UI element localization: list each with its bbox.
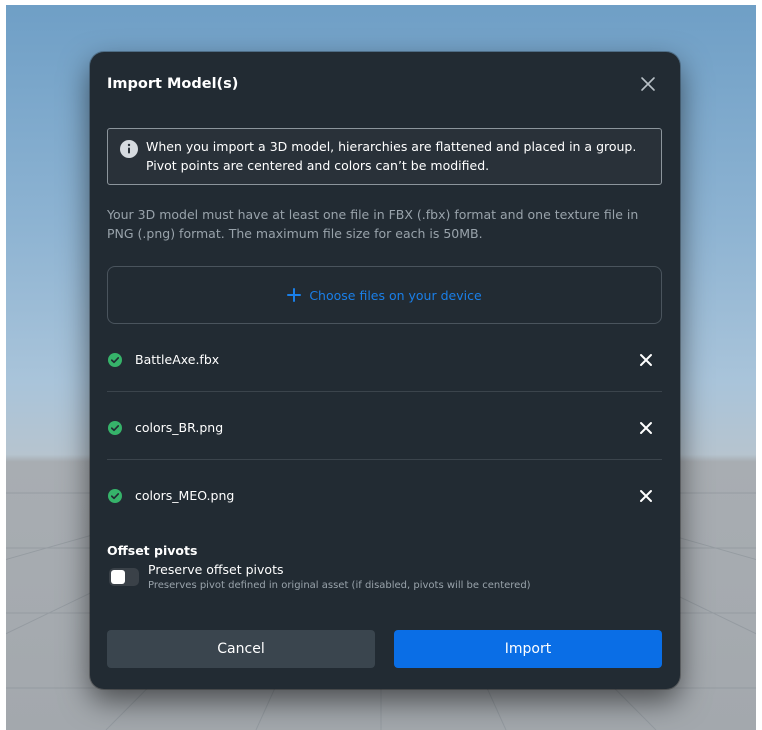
file-requirements-text: Your 3D model must have at least one fil… (107, 207, 639, 241)
file-name: BattleAxe.fbx (135, 352, 220, 367)
file-row: colors_MEO.png (107, 460, 662, 528)
toggle-label: Preserve offset pivots (148, 562, 284, 577)
info-icon (120, 140, 138, 158)
check-circle-icon (108, 489, 122, 503)
file-name: colors_BR.png (135, 420, 224, 435)
toggle-description: Preserves pivot defined in original asse… (148, 580, 531, 591)
info-text: When you import a 3D model, hierarchies … (146, 139, 637, 173)
choose-files-label: Choose files on your device (309, 287, 482, 303)
plus-icon (287, 288, 302, 302)
file-row: colors_BR.png (107, 392, 662, 460)
offset-pivots-heading: Offset pivots (107, 543, 198, 558)
file-row: BattleAxe.fbx (107, 324, 662, 392)
close-icon[interactable] (638, 74, 658, 94)
close-icon[interactable] (638, 488, 654, 504)
file-name: colors_MEO.png (135, 488, 235, 503)
close-icon[interactable] (638, 352, 654, 368)
dialog-title: Import Model(s) (107, 76, 239, 92)
toggle-knob (111, 570, 125, 584)
preserve-offset-pivots-toggle[interactable] (109, 568, 139, 586)
cancel-button[interactable]: Cancel (107, 630, 375, 668)
info-banner: When you import a 3D model, hierarchies … (107, 128, 662, 185)
close-icon[interactable] (638, 420, 654, 436)
choose-files-dropzone[interactable]: Choose files on your device (107, 266, 662, 324)
check-circle-icon (108, 421, 122, 435)
check-circle-icon (108, 353, 122, 367)
import-button[interactable]: Import (394, 630, 662, 668)
import-model-dialog: Import Model(s) When you import a 3D mod… (90, 52, 680, 689)
